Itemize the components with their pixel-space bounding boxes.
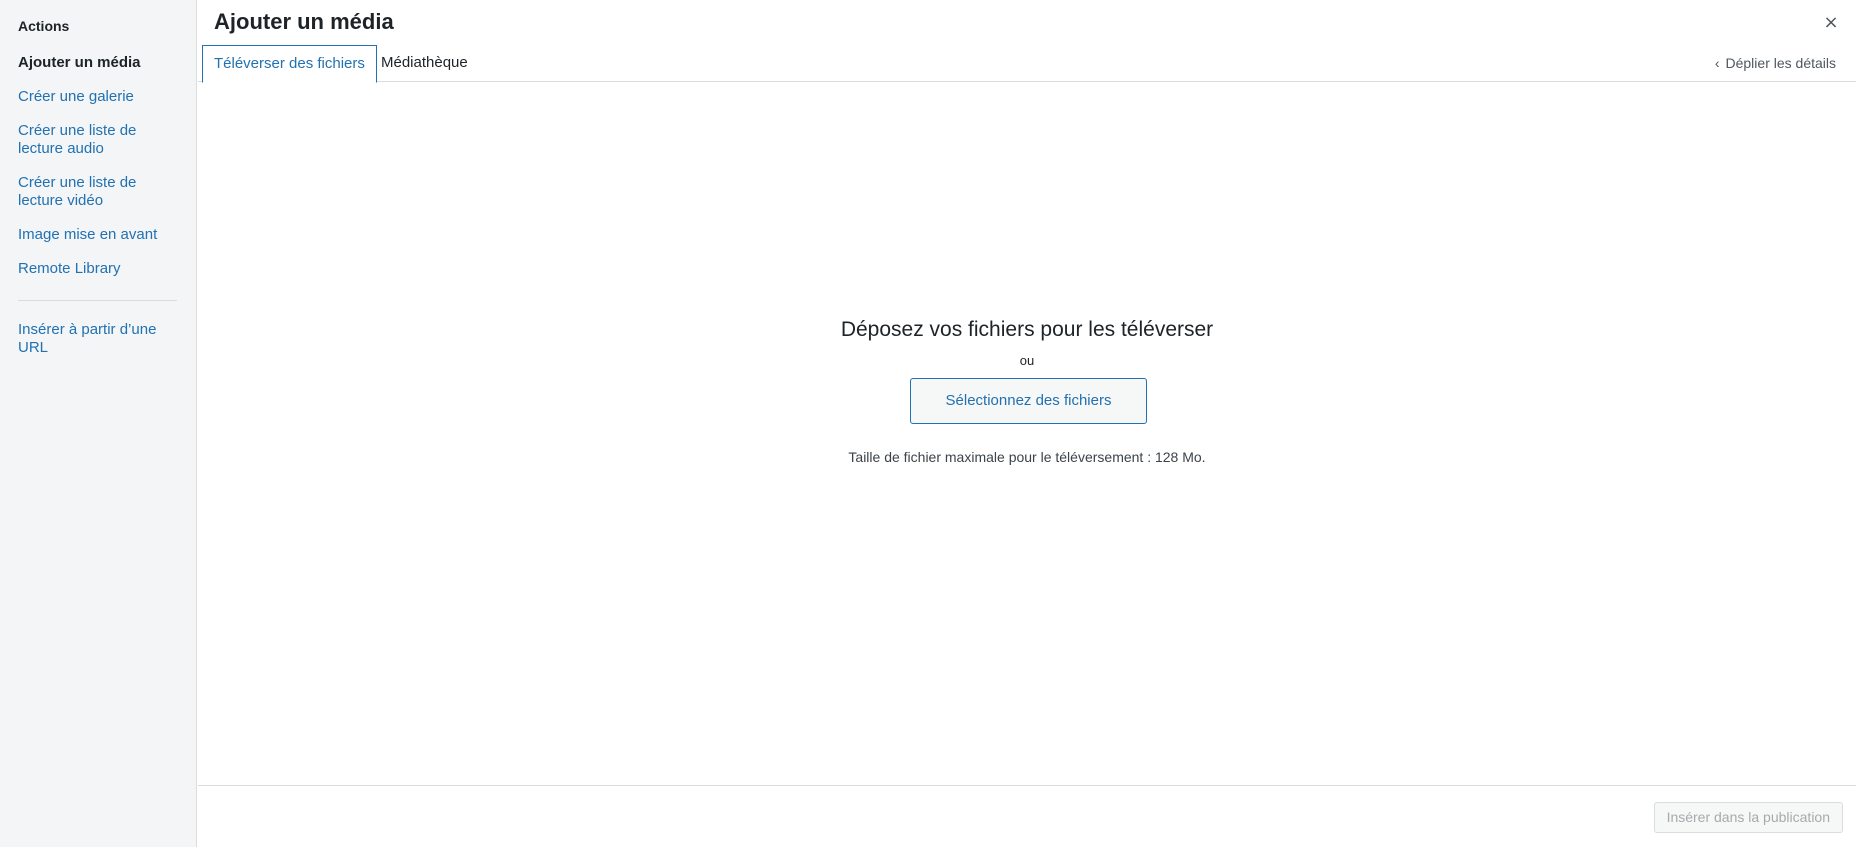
media-sidebar: Actions Ajouter un média Créer une galer… — [0, 0, 197, 847]
sidebar-heading: Actions — [18, 18, 70, 34]
drop-instructions: Déposez vos fichiers pour les téléverser — [840, 318, 1214, 341]
modal-title: Ajouter un média — [214, 9, 394, 34]
insert-into-post-button[interactable]: Insérer dans la publication — [1653, 802, 1843, 833]
expand-details-button[interactable]: ‹ Déplier les détails — [1715, 55, 1836, 71]
modal-toolbar: Insérer dans la publication — [198, 785, 1856, 847]
sidebar-menu: Ajouter un média Créer une galerie Créer… — [18, 54, 178, 294]
tab-upload-files[interactable]: Téléverser des fichiers — [202, 45, 377, 83]
sidebar-item-remote-library[interactable]: Remote Library — [18, 260, 178, 278]
sidebar-item-create-audio-playlist[interactable]: Créer une liste de lecture audio — [18, 122, 178, 158]
expand-details-label: Déplier les détails — [1725, 55, 1837, 71]
chevron-left-icon: ‹ — [1714, 55, 1720, 71]
sidebar-item-create-gallery[interactable]: Créer une galerie — [18, 88, 178, 106]
or-separator: ou — [1019, 353, 1035, 368]
sidebar-item-add-media[interactable]: Ajouter un média — [18, 54, 178, 72]
sidebar-separator — [18, 300, 177, 301]
sidebar-extra-menu: Insérer à partir d’une URL — [18, 321, 178, 373]
close-icon[interactable]: × — [1820, 12, 1842, 34]
media-router-tabs: Téléverser des fichiers Médiathèque ‹ Dép… — [198, 45, 1856, 83]
tab-media-library[interactable]: Médiathèque — [370, 45, 479, 83]
sidebar-item-featured-image[interactable]: Image mise en avant — [18, 226, 178, 244]
max-upload-size: Taille de fichier maximale pour le télév… — [848, 449, 1206, 465]
media-modal: Actions Ajouter un média Créer une galer… — [0, 0, 1856, 847]
sidebar-item-create-video-playlist[interactable]: Créer une liste de lecture vidéo — [18, 174, 178, 210]
select-files-button[interactable]: Sélectionnez des fichiers — [910, 378, 1147, 424]
sidebar-item-insert-from-url[interactable]: Insérer à partir d’une URL — [18, 321, 178, 357]
upload-dropzone[interactable]: Déposez vos fichiers pour les téléverser… — [198, 83, 1856, 785]
